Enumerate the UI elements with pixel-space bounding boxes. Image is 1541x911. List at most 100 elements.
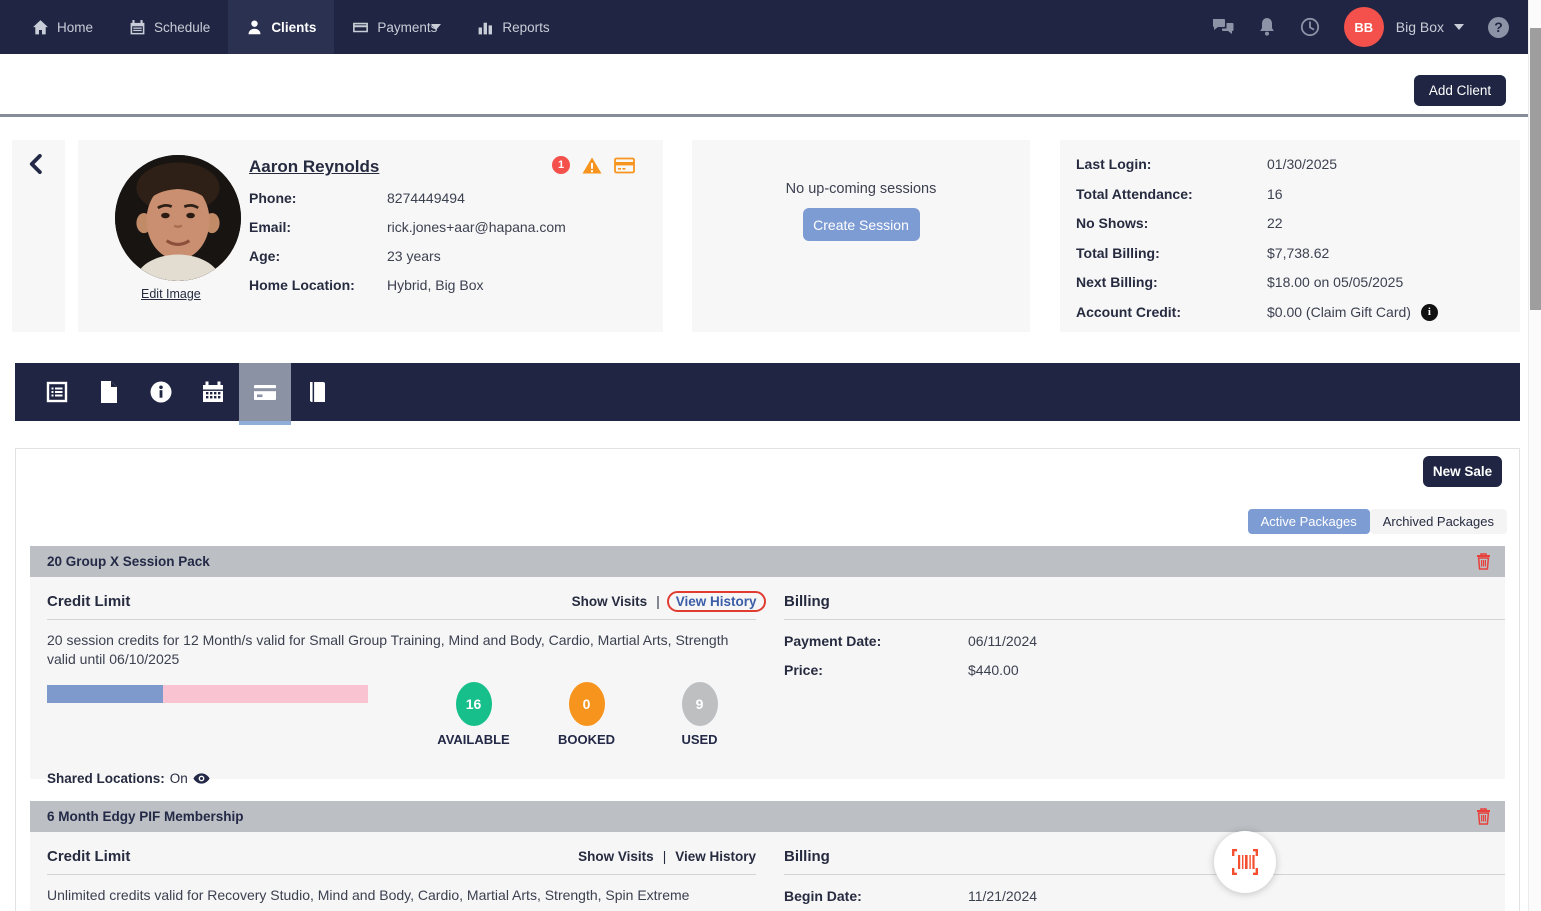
back-chevron-icon[interactable] — [29, 154, 42, 179]
stat-row-account-credit: Account Credit: $0.00 (Claim Gift Card) … — [1076, 304, 1520, 321]
payments-icon — [352, 19, 369, 36]
billing-value: 06/11/2024 — [968, 633, 1037, 649]
delete-package-icon[interactable] — [1476, 808, 1491, 825]
package-body: Credit Limit Show Visits | View History … — [30, 832, 1505, 911]
billing-title: Billing — [784, 848, 830, 865]
package-header: 6 Month Edgy PIF Membership — [30, 801, 1505, 832]
add-client-button[interactable]: Add Client — [1414, 75, 1506, 106]
stat-row: Last Login: 01/30/2025 — [1076, 156, 1520, 172]
nav-item-label: Payments — [377, 20, 437, 35]
bar-chart-icon — [477, 19, 494, 36]
home-icon — [32, 19, 49, 36]
field-label: Age: — [249, 248, 387, 264]
show-visits-link[interactable]: Show Visits — [578, 849, 654, 864]
calendar-grid-icon — [201, 380, 225, 404]
stat-label: Total Billing: — [1076, 245, 1267, 261]
tab-active-packages[interactable]: Active Packages — [1248, 509, 1370, 534]
billing-card-icon[interactable] — [614, 157, 635, 174]
package-header: 20 Group X Session Pack — [30, 546, 1505, 577]
package-filter-tabs: Active Packages Archived Packages — [1248, 509, 1507, 534]
credit-progress-bar — [47, 685, 368, 703]
nav-right: BB Big Box ? — [1212, 0, 1541, 54]
nav-item-schedule[interactable]: Schedule — [111, 0, 228, 54]
nav-item-home[interactable]: Home — [14, 0, 111, 54]
client-alerts: 1 — [552, 156, 635, 174]
booked-counter: 0 BOOKED — [530, 682, 643, 747]
billing-section: Billing Payment Date: 06/11/2024 Price: … — [784, 577, 1505, 678]
nav-item-clients[interactable]: Clients — [228, 0, 334, 54]
used-bubble: 9 — [682, 682, 718, 726]
shared-locations: Shared Locations: On — [47, 771, 756, 786]
alert-count-badge[interactable]: 1 — [552, 156, 570, 174]
view-history-link[interactable]: View History — [675, 849, 756, 864]
user-menu-caret-icon[interactable] — [1454, 24, 1464, 30]
view-history-link[interactable]: View History — [667, 591, 766, 612]
billing-title: Billing — [784, 593, 830, 610]
person-icon — [246, 19, 263, 36]
billing-row: Price: $440.00 — [784, 662, 1505, 678]
field-label: Email: — [249, 219, 387, 235]
barcode-icon — [1230, 849, 1260, 875]
vertical-scrollbar[interactable] — [1528, 0, 1541, 911]
info-icon[interactable]: i — [1421, 304, 1438, 321]
stat-row: Next Billing: $18.00 on 05/05/2025 — [1076, 274, 1520, 290]
stat-label: Account Credit: — [1076, 304, 1267, 320]
client-photo — [115, 155, 241, 281]
nav-item-payments[interactable]: Payments — [334, 0, 459, 54]
chat-icon[interactable] — [1212, 18, 1234, 36]
page-header: Add Client — [0, 54, 1528, 117]
show-visits-link[interactable]: Show Visits — [572, 594, 648, 609]
tab-details[interactable] — [31, 363, 83, 421]
available-bubble: 16 — [456, 682, 492, 726]
used-counter: 9 USED — [643, 682, 756, 747]
field-label: Phone: — [249, 190, 387, 206]
edit-image-link[interactable]: Edit Image — [141, 287, 201, 301]
shared-locations-value: On — [170, 771, 188, 786]
tab-info[interactable] — [135, 363, 187, 421]
field-value: 23 years — [387, 248, 441, 264]
tab-archived-packages[interactable]: Archived Packages — [1370, 509, 1507, 534]
tab-notes[interactable] — [291, 363, 343, 421]
tab-schedule[interactable] — [187, 363, 239, 421]
field-value: rick.jones+aar@hapana.com — [387, 219, 566, 235]
user-avatar[interactable]: BB — [1344, 7, 1384, 47]
credit-limit-section: Credit Limit Show Visits | View History … — [47, 832, 756, 905]
scrollbar-thumb[interactable] — [1530, 28, 1541, 310]
page: Home Schedule Clients Payments — [0, 0, 1541, 911]
no-sessions-message: No up-coming sessions — [692, 181, 1030, 197]
nav-item-reports[interactable]: Reports — [459, 0, 567, 54]
billing-label: Payment Date: — [784, 633, 968, 649]
shared-locations-label: Shared Locations: — [47, 771, 165, 786]
client-name-link[interactable]: Aaron Reynolds — [249, 157, 379, 177]
client-fields: Phone: 8274449494 Email: rick.jones+aar@… — [249, 190, 566, 306]
nav-item-label: Reports — [502, 20, 549, 35]
barcode-scan-button[interactable] — [1214, 831, 1276, 893]
help-icon[interactable]: ? — [1488, 17, 1509, 38]
stat-label: Next Billing: — [1076, 274, 1267, 290]
booked-label: BOOKED — [558, 732, 615, 747]
stat-label: No Shows: — [1076, 215, 1267, 231]
new-sale-button[interactable]: New Sale — [1423, 456, 1502, 487]
stat-row: Total Billing: $7,738.62 — [1076, 245, 1520, 261]
bell-icon[interactable] — [1258, 17, 1276, 37]
delete-package-icon[interactable] — [1476, 553, 1491, 570]
available-label: AVAILABLE — [437, 732, 509, 747]
stat-row: Total Attendance: 16 — [1076, 186, 1520, 202]
clock-icon[interactable] — [1300, 17, 1320, 37]
eye-icon[interactable] — [193, 773, 210, 784]
calendar-icon — [129, 19, 146, 36]
tab-packages[interactable] — [239, 363, 291, 421]
billing-value: $440.00 — [968, 662, 1019, 678]
credit-card-icon — [252, 380, 278, 404]
chevron-down-icon — [431, 24, 441, 30]
warning-icon[interactable] — [582, 157, 602, 174]
user-name[interactable]: Big Box — [1396, 19, 1444, 35]
client-stats-card: Last Login: 01/30/2025 Total Attendance:… — [1060, 140, 1520, 332]
client-section-tabbar — [15, 363, 1520, 421]
tab-documents[interactable] — [83, 363, 135, 421]
package-description: Unlimited credits valid for Recovery Stu… — [47, 886, 737, 905]
available-counter: 16 AVAILABLE — [417, 682, 530, 747]
create-session-button[interactable]: Create Session — [803, 208, 920, 241]
package-body: Credit Limit Show Visits | View History … — [30, 577, 1505, 779]
stat-label: Last Login: — [1076, 156, 1267, 172]
